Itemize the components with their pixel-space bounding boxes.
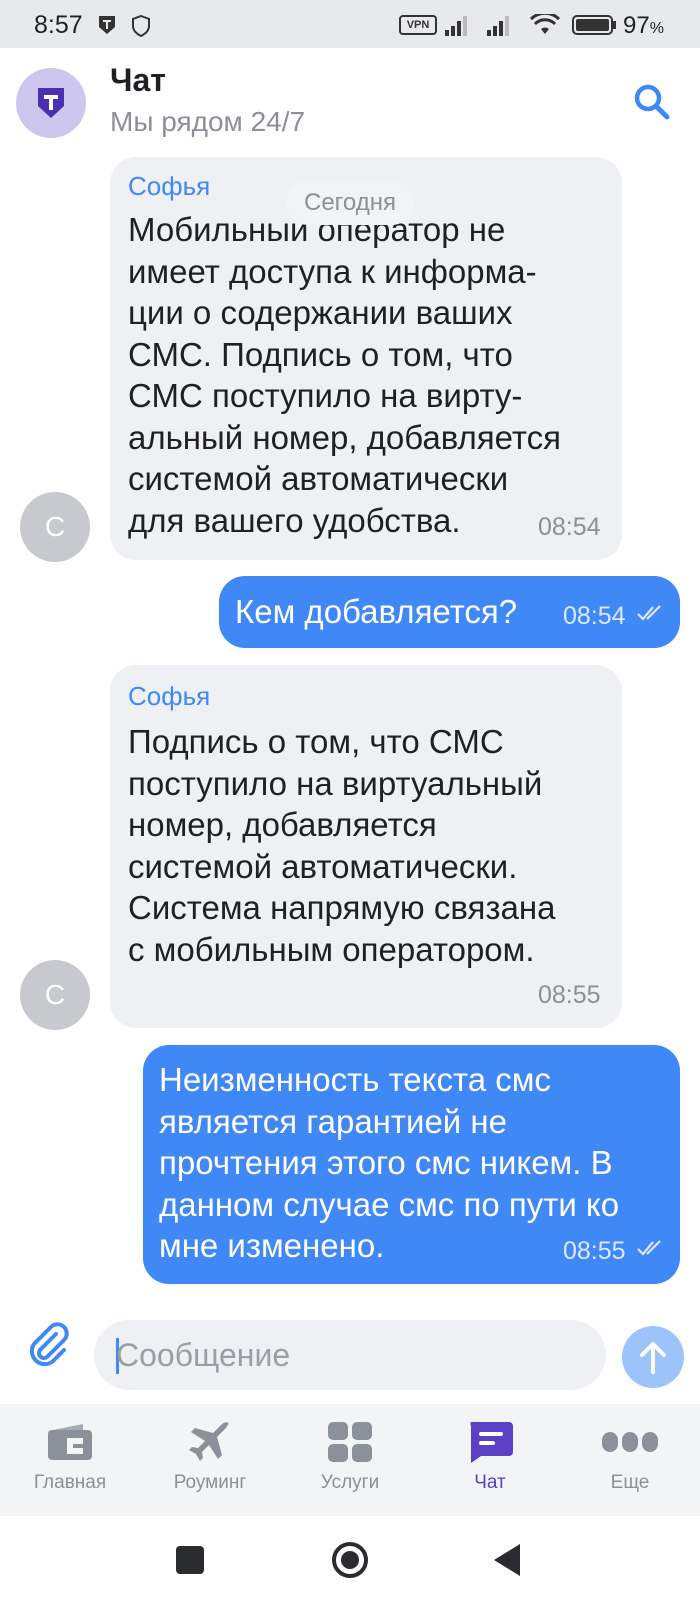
chat-header: Чат Мы рядом 24/7 — [0, 48, 700, 148]
bottom-navigation: Главная Роуминг Услуги Чат Еще — [0, 1404, 700, 1516]
message-text: Мобильный оператор не имеет доступа к ин… — [128, 211, 562, 539]
nav-item-chat[interactable]: Чат — [420, 1404, 560, 1516]
arrow-up-icon — [640, 1342, 666, 1374]
incoming-message[interactable]: Софья Подпись о том, что СМС поступило н… — [110, 665, 622, 1028]
message-time: 08:54 — [563, 602, 626, 630]
wifi-icon — [530, 14, 560, 34]
message-time: 08:55 — [538, 981, 601, 1009]
home-card-icon — [48, 1424, 92, 1460]
signal-icon — [487, 16, 509, 36]
message-text: Неизменность текста смс является гаранти… — [159, 1061, 620, 1264]
chat-icon — [470, 1422, 513, 1463]
nav-item-roaming[interactable]: Роуминг — [140, 1404, 280, 1516]
status-bar: 8:57 VPN 97% — [0, 0, 700, 48]
message-text: Подпись о том, что СМС поступило на вирт… — [128, 723, 556, 968]
page-subtitle: Мы рядом 24/7 — [110, 106, 306, 137]
search-icon[interactable] — [632, 82, 672, 122]
send-button[interactable] — [622, 1326, 684, 1388]
read-checkmarks-icon — [637, 605, 661, 621]
battery-percent: 97% — [623, 12, 664, 39]
airplane-icon — [189, 1422, 229, 1461]
brand-t-icon — [38, 88, 64, 118]
brand-avatar — [16, 68, 86, 138]
sender-avatar: С — [20, 492, 90, 562]
nav-label: Еще — [610, 1472, 650, 1493]
nav-item-home[interactable]: Главная — [0, 1404, 140, 1516]
message-text: Кем добавляется? — [235, 593, 518, 630]
status-time: 8:57 — [34, 11, 83, 39]
shield-icon — [132, 14, 150, 38]
read-checkmarks-icon — [637, 1240, 661, 1256]
nav-label: Чат — [474, 1472, 506, 1493]
paperclip-icon[interactable] — [26, 1322, 70, 1366]
vpn-icon: VPN — [399, 15, 437, 35]
nav-item-more[interactable]: Еще — [560, 1404, 700, 1516]
nav-item-services[interactable]: Услуги — [280, 1404, 420, 1516]
message-input-wrapper[interactable] — [94, 1320, 606, 1390]
battery-icon — [572, 15, 616, 35]
more-icon — [602, 1432, 658, 1452]
nav-label: Главная — [33, 1472, 107, 1493]
system-navigation-bar — [0, 1516, 700, 1604]
home-circle-icon[interactable] — [328, 1538, 372, 1582]
sender-name: Софья — [128, 681, 211, 711]
grid-icon — [328, 1422, 372, 1462]
nav-label: Услуги — [320, 1472, 380, 1493]
date-separator: Сегодня — [286, 181, 414, 225]
t-app-icon — [99, 16, 115, 34]
message-time: 08:55 — [563, 1237, 626, 1265]
page-title: Чат — [110, 62, 166, 98]
message-input[interactable] — [116, 1320, 586, 1390]
nav-label: Роуминг — [173, 1472, 247, 1493]
back-triangle-icon[interactable] — [486, 1538, 530, 1582]
outgoing-message[interactable]: Кем добавляется? 08:54 — [219, 576, 680, 648]
signal-icon — [445, 16, 467, 36]
outgoing-message[interactable]: Неизменность текста смс является гаранти… — [143, 1045, 680, 1284]
message-time: 08:54 — [538, 513, 601, 541]
sender-name: Софья — [128, 171, 211, 201]
sender-avatar: С — [20, 960, 90, 1030]
message-composer — [0, 1300, 700, 1404]
recents-square-icon[interactable] — [168, 1538, 212, 1582]
